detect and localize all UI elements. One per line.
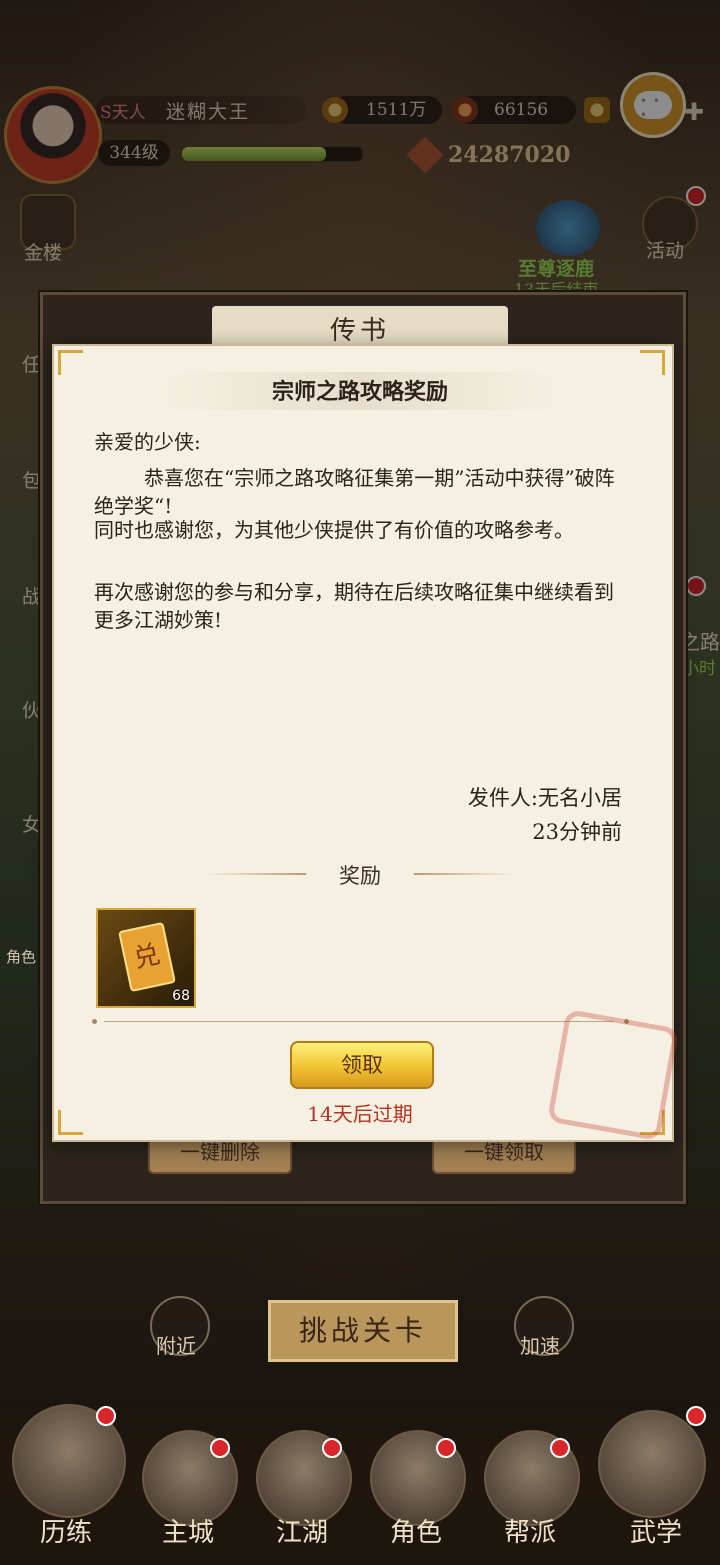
nav-city-dot <box>210 1438 230 1458</box>
challenge-stage-button[interactable]: 挑战关卡 <box>268 1300 458 1362</box>
exchange-card-icon: 兑 <box>118 921 176 993</box>
nav-martial-arts-dot <box>686 1406 706 1426</box>
mail-time: 23分钟前 <box>532 820 622 844</box>
claim-button[interactable]: 领取 <box>290 1041 434 1089</box>
nearby-label: 附近 <box>156 1334 196 1358</box>
mail-title: 宗师之路攻略奖励 <box>271 379 448 405</box>
nav-character[interactable]: 角色 <box>366 1512 466 1549</box>
mail-greeting: 亲爱的少侠: <box>94 430 201 454</box>
reward-item-count: 68 <box>172 988 190 1004</box>
nav-training[interactable]: 历练 <box>16 1512 116 1549</box>
nav-city[interactable]: 主城 <box>138 1512 238 1549</box>
divider-dot-left <box>92 1019 97 1024</box>
reward-label: 奖励 <box>339 864 381 888</box>
nav-martial-arts[interactable]: 武学 <box>606 1512 706 1549</box>
nav-character-dot <box>436 1438 456 1458</box>
expire-notice: 14天后过期 <box>307 1102 413 1126</box>
mail-paragraph-3: 再次感谢您的参与和分享，期待在后续攻略征集中继续看到更多江湖妙策! <box>94 580 614 632</box>
nav-training-dot <box>96 1406 116 1426</box>
reward-divider <box>104 1021 614 1022</box>
speedup-label: 加速 <box>520 1334 560 1358</box>
nav-jianghu[interactable]: 江湖 <box>252 1512 352 1549</box>
corner-ornament-tl <box>58 350 83 375</box>
nav-guild[interactable]: 帮派 <box>480 1512 580 1549</box>
nav-martial-arts-icon[interactable] <box>598 1410 706 1518</box>
mail-paragraph-2: 同时也感谢您，为其他少侠提供了有价值的攻略参考。 <box>94 518 574 542</box>
mail-sender: 发件人:无名小居 <box>467 786 622 810</box>
nav-jianghu-dot <box>322 1438 342 1458</box>
role-tag: 角色 <box>6 948 37 966</box>
reward-item-slot[interactable]: 兑 68 <box>96 908 196 1008</box>
nav-guild-dot <box>550 1438 570 1458</box>
mail-paragraph-1: 恭喜您在“宗师之路攻略征集第一期”活动中获得”破阵绝学奖“! <box>94 466 615 518</box>
corner-ornament-tr <box>640 350 665 375</box>
